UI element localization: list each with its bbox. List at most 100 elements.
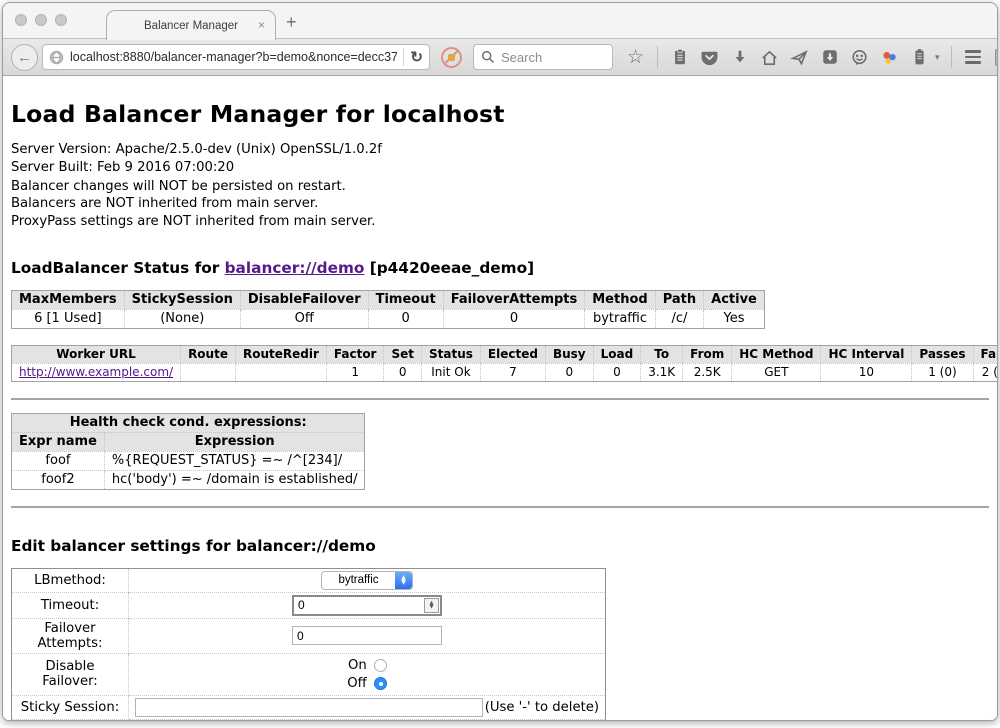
table-row: foof %{REQUEST_STATUS} =~ /^[234]/ — [12, 451, 365, 470]
chat-smiley-icon[interactable] — [849, 47, 870, 68]
column-header: HC Method — [732, 345, 821, 363]
balancer-status-table: MaxMembers StickySession DisableFailover… — [11, 290, 765, 329]
radio-off[interactable] — [374, 677, 387, 690]
column-header: Worker URL — [12, 345, 181, 363]
table-cell: 1 (0) — [912, 363, 973, 381]
table-cell: (None) — [124, 309, 240, 328]
column-header: DisableFailover — [240, 290, 368, 309]
note-persist: Balancer changes will NOT be persisted o… — [11, 179, 989, 195]
minimize-window-button[interactable] — [35, 14, 47, 26]
url-text[interactable]: localhost:8880/balancer-manager?b=demo&n… — [70, 50, 397, 64]
column-header: Load — [593, 345, 641, 363]
tab-balancer-manager[interactable]: Balancer Manager × — [106, 10, 276, 40]
bookmark-star-icon[interactable]: ☆ — [625, 47, 646, 68]
table-cell: bytraffic — [585, 309, 655, 328]
radio-on[interactable] — [374, 659, 387, 672]
table-cell — [181, 363, 236, 381]
status-heading-prefix: LoadBalancer Status for — [11, 259, 225, 277]
colored-dots-extension-icon[interactable] — [879, 47, 900, 68]
table-cell: /c/ — [655, 309, 703, 328]
table-cell: Yes — [704, 309, 765, 328]
table-cell: 0 — [545, 363, 593, 381]
blocked-content-icon[interactable] — [441, 47, 462, 68]
column-header: Active — [704, 290, 765, 309]
column-header: Status — [422, 345, 481, 363]
edit-settings-heading: Edit balancer settings for balancer://de… — [11, 537, 989, 555]
column-header: HC Interval — [821, 345, 912, 363]
table-row: http://www.example.com/ 1 0 Init Ok 7 0 … — [12, 363, 998, 381]
column-header: Fails — [973, 345, 997, 363]
home-icon[interactable] — [759, 47, 780, 68]
toolbar-icons: ☆ — [625, 46, 998, 68]
downloads-icon[interactable] — [729, 47, 750, 68]
pocket-icon[interactable] — [699, 47, 720, 68]
timeout-value: 0 — [294, 598, 424, 612]
url-bar[interactable]: localhost:8880/balancer-manager?b=demo&n… — [42, 44, 430, 70]
timeout-input[interactable]: 0 ▲▼ — [292, 595, 442, 616]
table-cell: 2.5K — [683, 363, 732, 381]
table-cell: Init Ok — [422, 363, 481, 381]
form-row-sticky: Sticky Session: (Use '-' to delete) — [12, 695, 606, 719]
search-placeholder: Search — [501, 50, 542, 65]
number-spinner-icon[interactable]: ▲▼ — [424, 598, 439, 613]
health-table-title: Health check cond. expressions: — [12, 413, 365, 432]
worker-url-link[interactable]: http://www.example.com/ — [19, 365, 173, 379]
close-window-button[interactable] — [15, 14, 27, 26]
search-bar[interactable]: Search — [473, 44, 613, 70]
send-page-icon[interactable] — [789, 47, 810, 68]
table-cell — [235, 363, 326, 381]
table-row: 6 [1 Used] (None) Off 0 0 bytraffic /c/ … — [12, 309, 765, 328]
table-cell: 1 — [326, 363, 384, 381]
save-to-device-icon[interactable] — [819, 47, 840, 68]
toolbar-separator — [657, 46, 658, 68]
table-cell: 6 [1 Used] — [12, 309, 125, 328]
table-cell: 7 — [480, 363, 545, 381]
column-header: Busy — [545, 345, 593, 363]
back-button[interactable]: ← — [11, 44, 38, 71]
divider — [11, 398, 989, 400]
divider — [11, 506, 989, 508]
tab-close-icon[interactable]: × — [258, 18, 265, 32]
failover-attempts-input[interactable]: 0 — [292, 626, 442, 645]
server-info: Server Version: Apache/2.5.0-dev (Unix) … — [11, 142, 989, 230]
table-cell: 3.1K — [641, 363, 683, 381]
sticky-session-hint: (Use '-' to delete) — [485, 700, 599, 715]
sticky-session-input[interactable] — [135, 698, 483, 717]
clipboard-icon[interactable] — [669, 47, 690, 68]
server-built: Server Built: Feb 9 2016 07:00:20 — [11, 160, 989, 176]
radio-off-label: Off — [347, 676, 366, 691]
page-content: Load Balancer Manager for localhost Serv… — [3, 76, 997, 721]
column-header: MaxMembers — [12, 290, 125, 309]
lbmethod-selected-value: bytraffic — [322, 574, 395, 586]
expression-cell: %{REQUEST_STATUS} =~ /^[234]/ — [104, 451, 365, 470]
column-header: FailoverAttempts — [443, 290, 585, 309]
column-header: Method — [585, 290, 655, 309]
form-row-disable-failover: Disable Failover: On Off — [12, 653, 606, 695]
note-inherit-proxypass: ProxyPass settings are NOT inherited fro… — [11, 214, 989, 230]
timeout-label: Timeout: — [12, 592, 129, 618]
balancer-demo-link[interactable]: balancer://demo — [225, 259, 365, 277]
reload-icon[interactable]: ↻ — [410, 48, 423, 66]
table-cell: 2 (0) — [973, 363, 997, 381]
new-tab-button[interactable]: + — [286, 12, 297, 33]
zoom-window-button[interactable] — [55, 14, 67, 26]
menu-hamburger-icon[interactable] — [963, 47, 984, 68]
device-battery-icon[interactable] — [909, 47, 930, 68]
table-cell: GET — [732, 363, 821, 381]
worker-table: Worker URL Route RouteRedir Factor Set S… — [11, 345, 997, 382]
window-controls[interactable] — [15, 14, 67, 26]
worker-url-cell: http://www.example.com/ — [12, 363, 181, 381]
column-header: Path — [655, 290, 703, 309]
grid-extension-icon[interactable] — [993, 47, 998, 68]
column-header: To — [641, 345, 683, 363]
column-header: StickySession — [124, 290, 240, 309]
radio-on-label: On — [347, 658, 366, 673]
table-cell: Off — [240, 309, 368, 328]
lbmethod-select[interactable]: bytraffic ▲▼ — [321, 571, 413, 590]
table-cell: 10 — [821, 363, 912, 381]
chevron-down-icon[interactable]: ▾ — [935, 52, 940, 63]
server-version: Server Version: Apache/2.5.0-dev (Unix) … — [11, 142, 989, 158]
failover-attempts-label: Failover Attempts: — [12, 618, 129, 653]
table-cell: 0 — [593, 363, 641, 381]
toolbar-separator-2 — [951, 46, 952, 68]
